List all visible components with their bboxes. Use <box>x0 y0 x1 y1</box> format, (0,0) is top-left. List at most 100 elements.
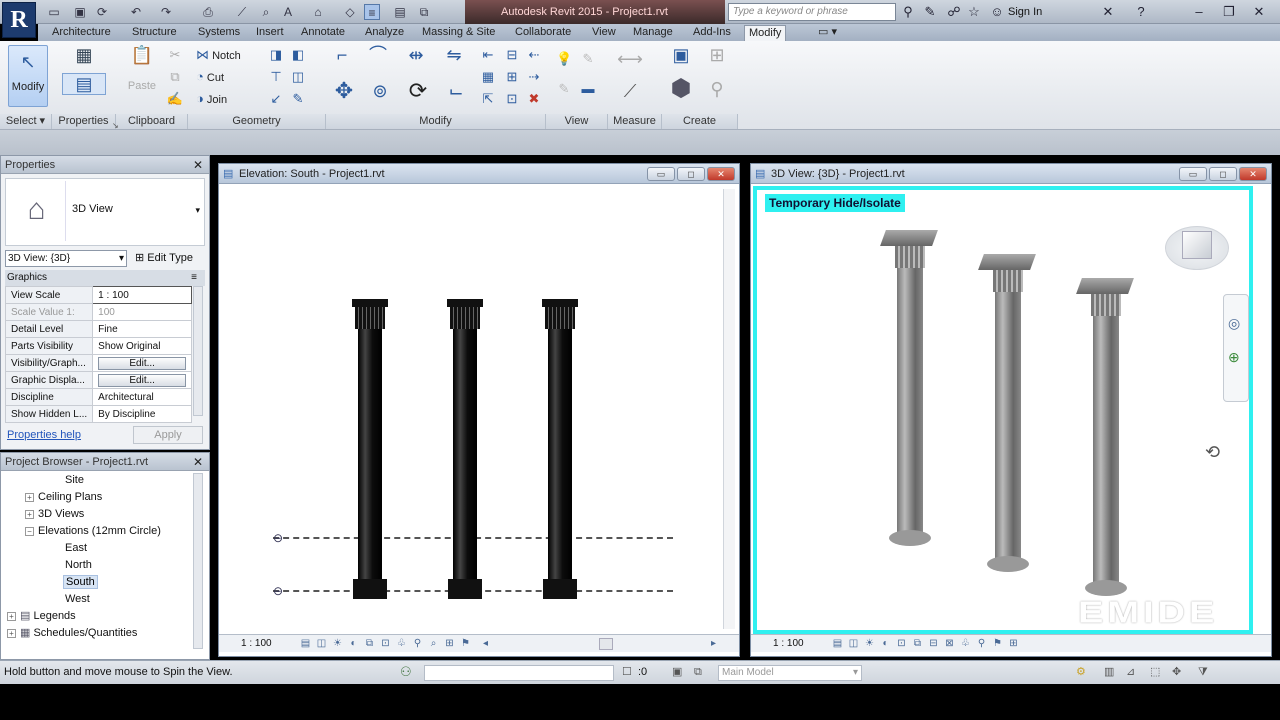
sun-path-icon[interactable]: ☀ <box>863 638 876 650</box>
expand-icon[interactable]: + <box>25 493 34 502</box>
expand-icon[interactable]: + <box>7 629 16 638</box>
help-icon[interactable]: ? <box>1132 4 1150 20</box>
crop-view-icon[interactable]: ⧉ <box>363 638 376 650</box>
rotate-icon[interactable]: ⟳ <box>404 80 432 102</box>
override-icon[interactable]: ✎ <box>580 51 596 67</box>
3d-close-button[interactable]: ✕ <box>1239 167 1267 181</box>
elevation-minimize-button[interactable]: ▭ <box>647 167 675 181</box>
user-icon[interactable]: ☺ <box>990 4 1004 20</box>
redo-icon[interactable]: ↷ <box>158 4 174 20</box>
modify-button[interactable]: ↖ Modify <box>8 45 48 107</box>
close-icon[interactable]: ✕ <box>1250 4 1268 20</box>
tree-item-north[interactable]: North <box>1 557 209 574</box>
design-option-select[interactable]: Main Model ▾ <box>718 665 862 681</box>
highlight-icon[interactable]: ⊞ <box>443 638 456 650</box>
tab-add-ins[interactable]: Add-Ins <box>689 25 735 41</box>
tree-item-site[interactable]: Site <box>1 472 209 489</box>
search-input[interactable]: Type a keyword or phrase <box>728 3 896 21</box>
move-icon[interactable]: ✥ <box>330 80 358 102</box>
drag-elements-icon[interactable]: ✥ <box>1172 661 1181 683</box>
navigation-bar[interactable]: ◎ ⊕ <box>1223 294 1249 402</box>
measure-along-icon[interactable]: ⟋ <box>616 81 644 101</box>
match-properties-icon[interactable]: ✍ <box>166 91 184 107</box>
properties-help-link[interactable]: Properties help <box>7 429 81 441</box>
level-marker-icon[interactable]: ⊖ <box>273 584 283 598</box>
mirror-axis-icon[interactable]: ⇹ <box>404 45 428 65</box>
view3d-icon[interactable]: ⌂ <box>310 4 326 20</box>
tree-item-legends[interactable]: + ▤ Legends <box>1 608 209 625</box>
tab-annotate[interactable]: Annotate <box>297 25 349 41</box>
join-button[interactable]: ◑ Join <box>196 91 227 107</box>
split-face-icon[interactable]: ◧ <box>290 47 306 63</box>
tab-massing-site[interactable]: Massing & Site <box>418 25 499 41</box>
measure-icon[interactable]: ⟋ <box>234 4 250 20</box>
mirror-draw-icon[interactable]: ⇋ <box>442 45 466 65</box>
shadows-icon[interactable]: ◐ <box>879 638 892 650</box>
minimize-icon[interactable]: – <box>1190 4 1208 20</box>
demolish-icon[interactable]: ◫ <box>290 69 306 85</box>
text-icon[interactable]: A <box>280 4 296 20</box>
editable-only-icon[interactable]: ▣ <box>672 661 682 683</box>
level-marker-icon[interactable]: ⊖ <box>273 531 283 545</box>
view-scale-label[interactable]: 1 : 100 <box>241 638 272 649</box>
hide-icon[interactable]: 💡 <box>556 51 572 67</box>
favorites-icon[interactable]: ☆ <box>966 4 982 20</box>
properties-button[interactable]: ▦ ▤ <box>62 45 106 107</box>
tree-item-schedules[interactable]: + ▦ Schedules/Quantities <box>1 625 209 642</box>
tab-insert[interactable]: Insert <box>252 25 288 41</box>
tab-structure[interactable]: Structure <box>128 25 181 41</box>
sync-icon[interactable]: ⟳ <box>94 4 110 20</box>
pin-icon[interactable]: ⊞ <box>504 69 520 85</box>
tree-item-east[interactable]: East <box>1 540 209 557</box>
tab-architecture[interactable]: Architecture <box>48 25 115 41</box>
browser-scrollbar[interactable] <box>193 473 203 649</box>
3d-canvas[interactable]: Temporary Hide/Isolate ◎ ⊕ ⟲ <box>753 186 1253 634</box>
remove-paint-icon[interactable]: ↙ <box>268 91 284 107</box>
tree-item-west[interactable]: West <box>1 591 209 608</box>
unpin-icon[interactable]: ⊟ <box>504 47 520 63</box>
view-scale-label[interactable]: 1 : 100 <box>773 638 804 649</box>
expand-icon[interactable]: + <box>7 612 16 621</box>
viewcube[interactable] <box>1165 226 1229 270</box>
table-row[interactable]: Graphic Displa... Edit... <box>4 371 193 389</box>
browser-close-icon[interactable]: ✕ <box>193 455 203 469</box>
panel-select[interactable]: Select ▾ <box>0 114 52 129</box>
show-crop-icon[interactable]: ⊡ <box>379 638 392 650</box>
collapse-icon[interactable]: − <box>25 527 34 536</box>
pick-icon[interactable]: ✎ <box>290 91 306 107</box>
select-by-face-icon[interactable]: ⬚ <box>1150 661 1160 683</box>
sun-path-icon[interactable]: ☀ <box>331 638 344 650</box>
extend-icon[interactable]: ⇠ <box>526 47 542 63</box>
table-row[interactable]: Parts Visibility Show Original <box>4 337 193 355</box>
visual-style-icon[interactable]: ◫ <box>847 638 860 650</box>
tree-item-elevations[interactable]: − Elevations (12mm Circle) <box>1 523 209 540</box>
trim-icon[interactable]: ⌙ <box>442 81 470 101</box>
app-logo[interactable]: R <box>2 2 36 38</box>
tag-icon[interactable]: ⌕ <box>258 4 274 20</box>
split-element-icon[interactable]: ⇤ <box>480 47 496 63</box>
filter-icon[interactable]: ☐ <box>622 661 632 683</box>
linework-icon[interactable]: ✎ <box>556 81 572 97</box>
properties-launcher-icon[interactable]: ↘ <box>112 121 119 130</box>
section-icon[interactable]: ◇ <box>342 4 358 20</box>
open-icon[interactable]: ▭ <box>46 4 62 20</box>
copy-element-icon[interactable]: ⊚ <box>366 81 394 101</box>
view-instance-select[interactable]: 3D View: {3D} ▾ <box>5 250 127 267</box>
ribbon-options-icon[interactable]: ▭ ▾ <box>814 25 841 41</box>
show-crop-icon[interactable]: ⊟ <box>927 638 940 650</box>
undo-icon[interactable]: ↶ <box>128 4 144 20</box>
properties-scrollbar[interactable] <box>193 286 203 416</box>
trim-single-icon[interactable]: ⇢ <box>526 69 542 85</box>
delete-icon[interactable]: ✖ <box>526 91 542 107</box>
edit-type-button[interactable]: ⊞ Edit Type <box>135 250 193 267</box>
table-row[interactable]: Visibility/Graph... Edit... <box>4 354 193 372</box>
paste-button[interactable]: 📋 Paste <box>120 45 164 107</box>
highlight-icon[interactable]: ⊞ <box>1007 638 1020 650</box>
table-row[interactable]: Detail Level Fine <box>4 320 193 338</box>
array-icon[interactable]: ▦ <box>480 69 496 85</box>
communication-icon[interactable]: ☍ <box>946 4 962 20</box>
elevation-restore-button[interactable]: ◻ <box>677 167 705 181</box>
design-options-icon[interactable]: ⧉ <box>694 661 702 683</box>
elevation-vscrollbar[interactable] <box>723 189 735 629</box>
select-underlay-icon[interactable]: ▥ <box>1104 661 1114 683</box>
